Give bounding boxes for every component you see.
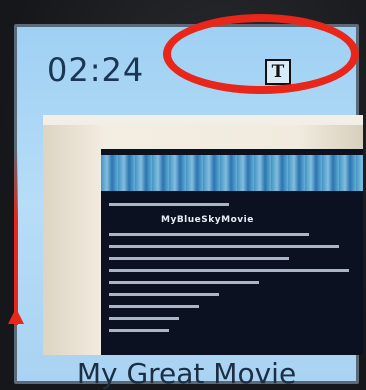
screen-line [109,233,309,236]
screen-line [109,245,339,248]
title-text-icon[interactable]: T [265,59,291,85]
screen-line [109,317,179,320]
clip-title: My Great Movie [76,357,297,390]
screen-line [109,257,289,260]
clip-thumbnail[interactable]: MyBlueSkyMovie [43,115,363,355]
screen-line [109,281,259,284]
screen-line [109,203,229,206]
screen-line [109,305,199,308]
screen-banner [101,155,363,191]
screen-caption: MyBlueSkyMovie [161,215,254,225]
clip-duration: 02:24 [47,51,145,89]
stage: 02:24 T MyBlueSkyMovie My Great Movie [0,0,366,390]
clip-card[interactable]: 02:24 T MyBlueSkyMovie My Great Movie [14,24,363,390]
monitor-screen: MyBlueSkyMovie [101,149,363,355]
title-icon-glyph: T [271,61,285,82]
clip-header: 02:24 T [17,27,356,95]
screen-line [109,269,349,272]
playhead[interactable] [14,150,18,325]
screen-line [109,329,169,332]
screen-line [109,293,219,296]
